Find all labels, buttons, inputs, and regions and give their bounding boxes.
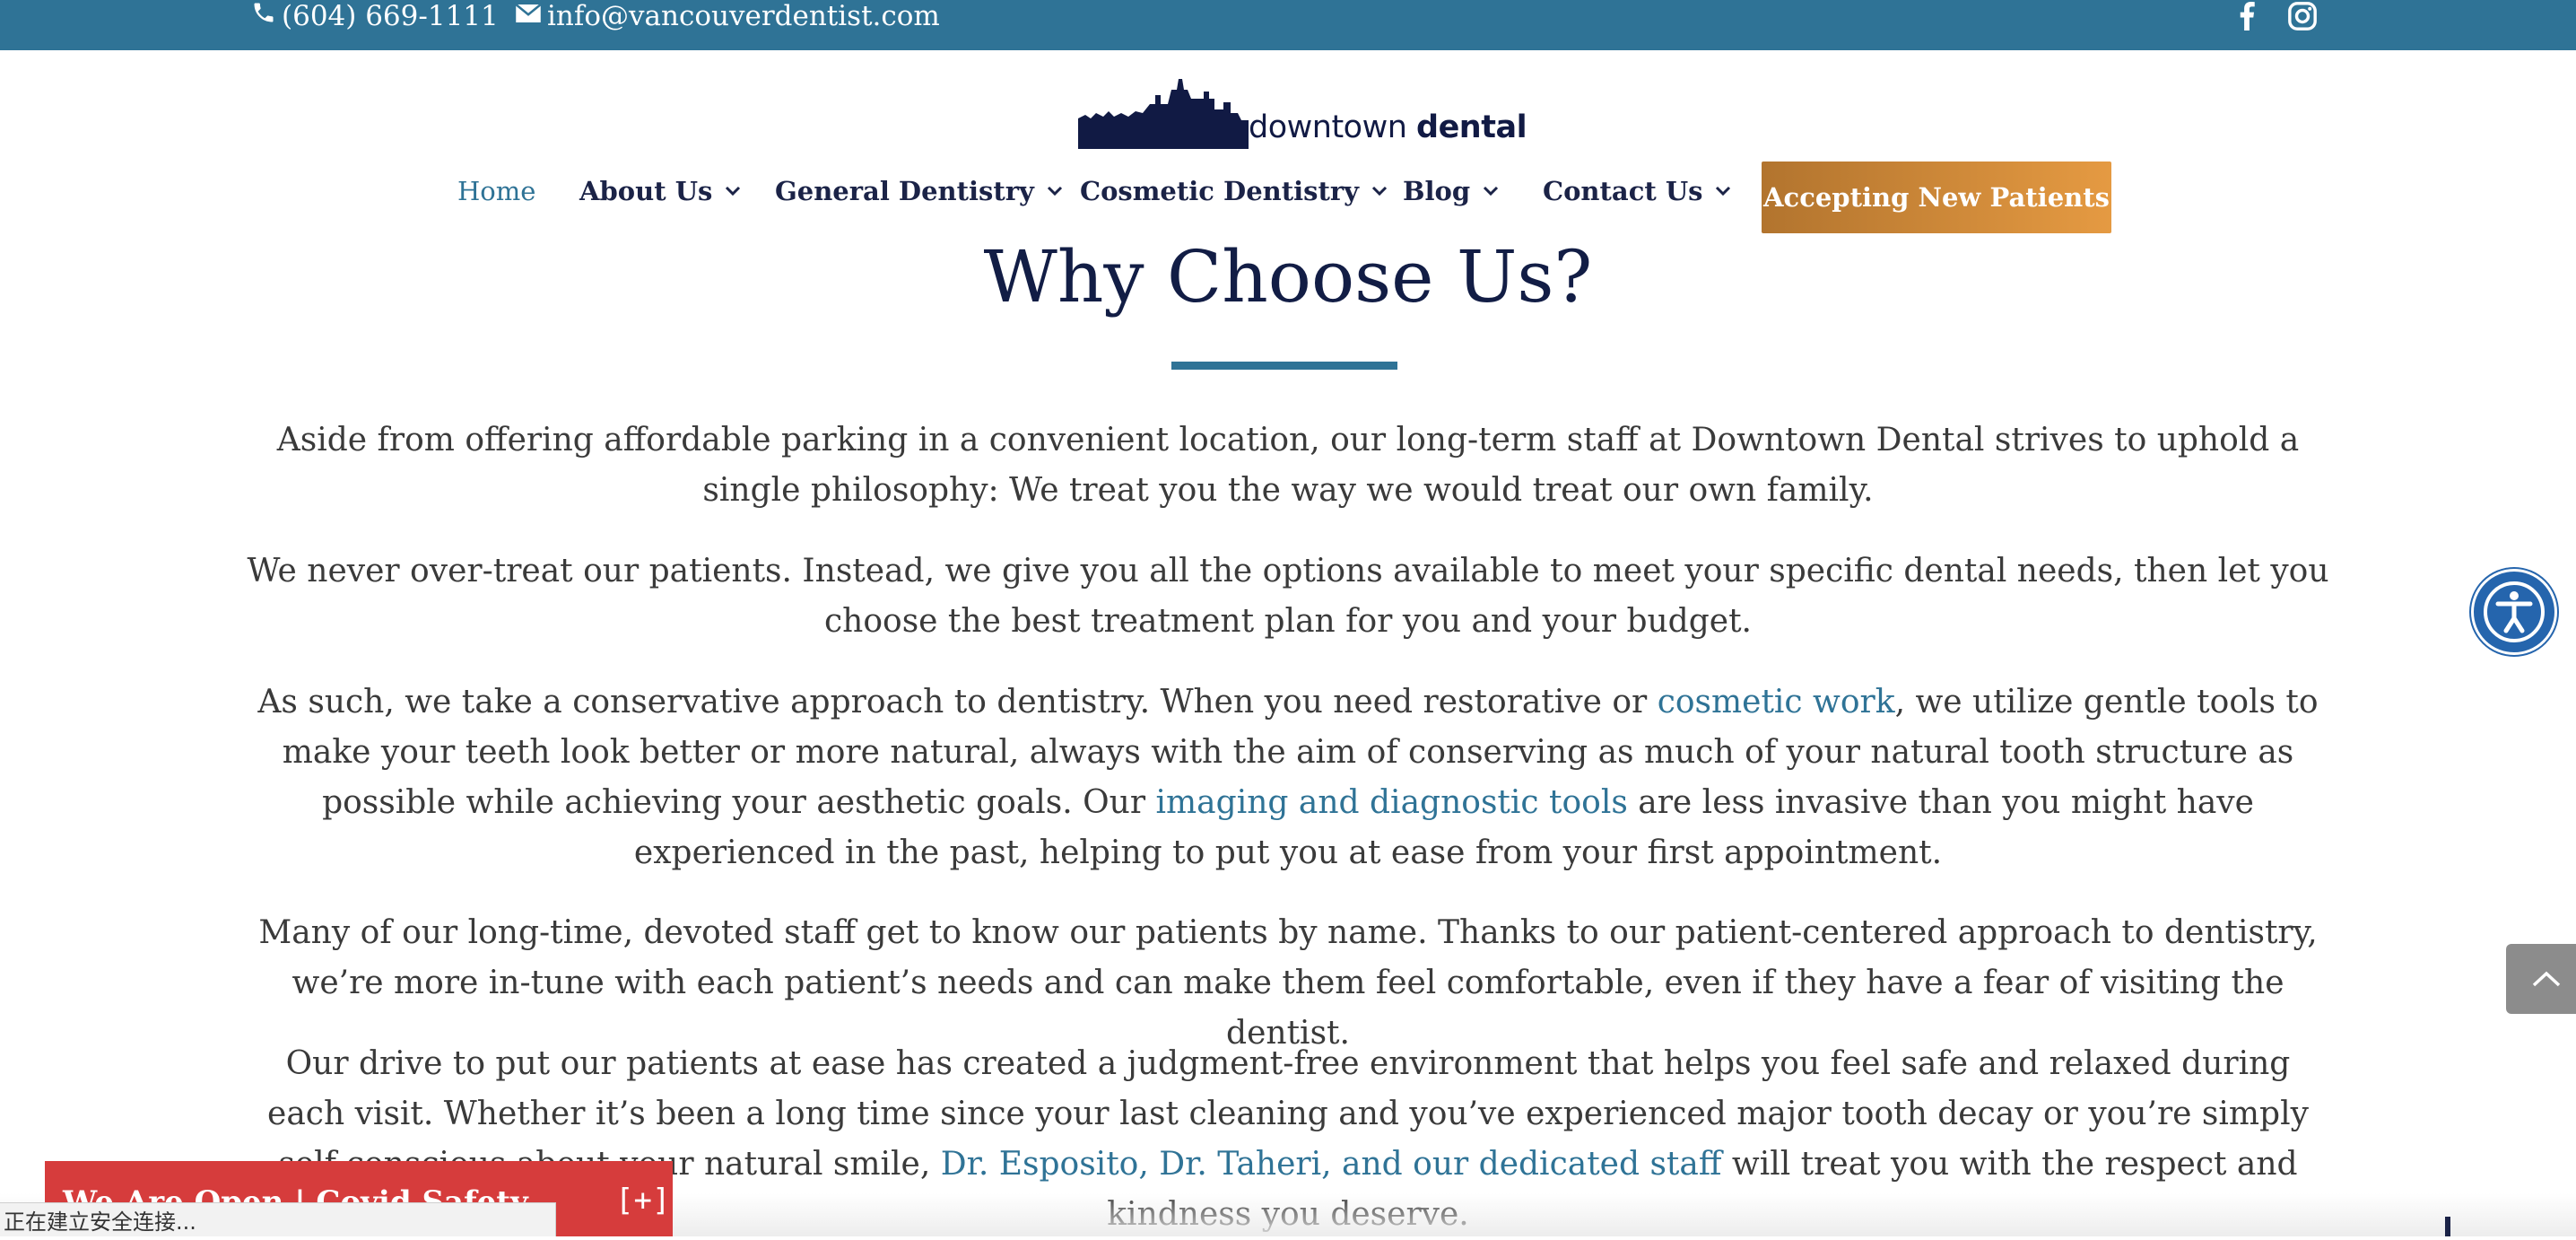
chevron-down-icon: [726, 186, 741, 196]
cta-label: Accepting New Patients: [1763, 182, 2110, 213]
back-to-top-button[interactable]: [2506, 944, 2576, 1014]
page-heading: Why Choose Us?: [983, 235, 1593, 319]
nav-label: Home: [457, 176, 536, 206]
envelope-icon: [515, 0, 547, 32]
facebook-icon[interactable]: [2237, 0, 2257, 32]
email-address: info@vancouverdentist.com: [547, 0, 940, 32]
top-contact-bar: (604) 669-1111 info@vancouverdentist.com: [0, 0, 2576, 50]
paragraph-parking: Aside from offering affordable parking i…: [276, 422, 2300, 509]
chevron-down-icon: [1371, 186, 1388, 196]
browser-status-bar: 正在建立安全连接...: [0, 1202, 556, 1236]
nav-blog[interactable]: Blog: [1403, 176, 1499, 206]
nav-general-dentistry[interactable]: General Dentistry: [775, 176, 1063, 206]
chevron-down-icon: [1484, 186, 1499, 196]
nav-label: Cosmetic Dentistry: [1080, 176, 1359, 206]
chevron-down-icon: [1716, 186, 1731, 196]
paragraph-devoted-staff: Many of our long-time, devoted staff get…: [258, 914, 2318, 1052]
nav-label: Blog: [1403, 176, 1471, 206]
instagram-icon[interactable]: [2287, 0, 2318, 32]
accessibility-button[interactable]: [2471, 569, 2557, 655]
chevron-up-icon: [2532, 971, 2561, 987]
chevron-down-icon: [1047, 186, 1062, 196]
nav-label: Contact Us: [1543, 176, 1703, 206]
nav-cosmetic-dentistry[interactable]: Cosmetic Dentistry: [1080, 176, 1388, 206]
site-logo[interactable]: downtown dental: [1078, 77, 1527, 149]
paragraph-conservative: As such, we take a conservative approach…: [257, 684, 2319, 871]
nav-label: About Us: [579, 176, 713, 206]
cosmetic-work-link[interactable]: cosmetic work: [1658, 684, 1895, 720]
accepting-new-patients-button[interactable]: Accepting New Patients: [1762, 162, 2111, 233]
email-link[interactable]: info@vancouverdentist.com: [515, 0, 940, 32]
nav-about-us[interactable]: About Us: [579, 176, 741, 206]
nav-contact-us[interactable]: Contact Us: [1543, 176, 1731, 206]
page-edge-mark: [2445, 1217, 2450, 1236]
imaging-tools-link[interactable]: imaging and diagnostic tools: [1156, 784, 1628, 821]
phone-icon: [251, 0, 282, 32]
nav-home[interactable]: Home: [457, 176, 535, 206]
phone-number: (604) 669-1111: [282, 0, 499, 32]
nav-label: General Dentistry: [775, 176, 1034, 206]
accessibility-icon: [2484, 581, 2545, 642]
notice-expand-toggle[interactable]: [+]: [615, 1183, 670, 1218]
city-skyline-icon: [1078, 79, 1249, 149]
paragraph-no-overtreat: We never over-treat our patients. Instea…: [247, 553, 2329, 640]
logo-wordmark: downtown dental: [1249, 109, 1527, 145]
heading-divider: [1171, 362, 1397, 370]
phone-link[interactable]: (604) 669-1111: [251, 0, 499, 32]
doctors-staff-link[interactable]: Dr. Esposito, Dr. Taheri, and our dedica…: [941, 1146, 1722, 1183]
